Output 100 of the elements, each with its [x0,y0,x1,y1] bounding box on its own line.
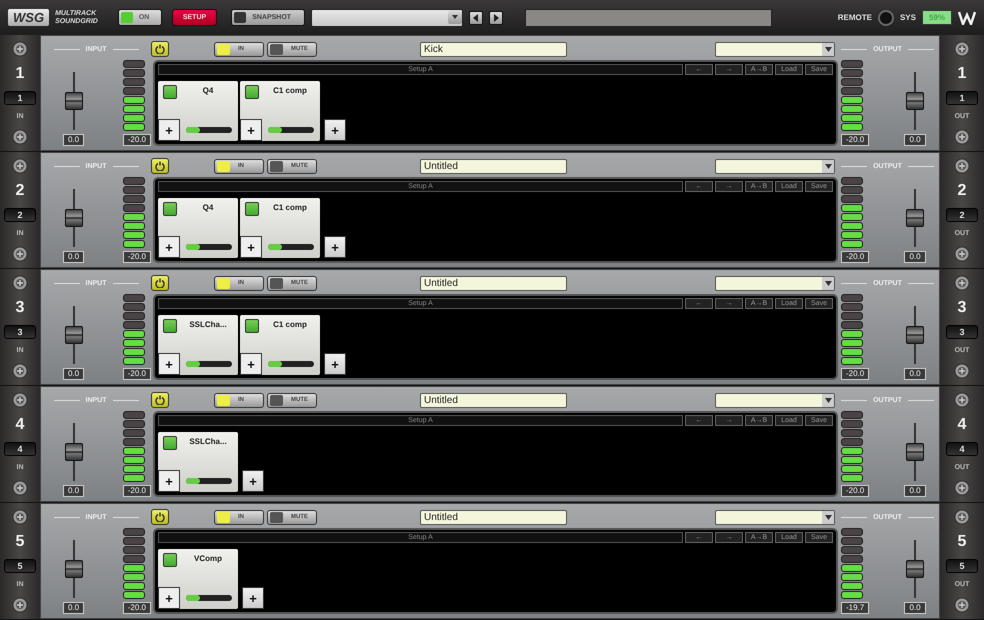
plugin-power-button[interactable] [163,202,177,216]
snapshot-dropdown[interactable] [311,8,464,26]
fader-handle[interactable] [906,326,924,344]
plugin-name: SSLCha... [188,320,228,329]
plugin-power-button[interactable] [163,85,177,99]
power-button[interactable] [151,509,169,525]
add-plugin-button[interactable]: + [242,587,264,609]
insert-button[interactable]: + [240,119,262,141]
fader[interactable] [906,306,924,364]
insert-button[interactable]: + [158,353,180,375]
fader[interactable] [64,423,82,481]
output-number-badge[interactable]: 3 [946,324,978,338]
output-number-badge[interactable]: 2 [946,208,978,222]
fader-handle[interactable] [64,209,82,227]
insert-button[interactable]: + [158,119,180,141]
plugin-power-button[interactable] [163,436,177,450]
rack-number: 5 [958,534,966,550]
fader[interactable] [906,189,924,247]
add-plugin-button[interactable]: + [242,470,264,492]
fader-handle[interactable] [64,92,82,110]
screw-icon [12,41,28,57]
add-plugin-button[interactable]: + [324,353,346,375]
caret-icon [824,164,832,168]
plugin-power-button[interactable] [163,319,177,333]
next-button[interactable] [489,10,504,24]
name-field[interactable]: Untitled [420,510,567,524]
output-dropdown[interactable] [715,276,835,290]
name-field[interactable]: Untitled [420,392,567,408]
name-field[interactable]: Untitled [420,276,567,290]
fader[interactable] [906,423,924,481]
remote-indicator [878,10,894,26]
power-button[interactable] [151,158,169,174]
input-number-badge[interactable]: 1 [4,90,36,104]
plugin-slot[interactable]: C1 comp + [240,81,320,141]
screw-icon [954,246,970,262]
output-number-badge[interactable]: 5 [946,558,978,572]
fader[interactable] [64,540,82,598]
input-number-badge[interactable]: 3 [4,324,36,338]
plugin-name: VComp [193,554,223,563]
power-button[interactable] [151,41,169,57]
output-dropdown[interactable] [715,42,835,56]
power-icon [155,395,165,405]
rack-number: 1 [16,66,24,82]
meter-reading: -20.0 [122,368,151,380]
fader[interactable] [906,72,924,130]
input-number-badge[interactable]: 2 [4,208,36,222]
power-button[interactable] [151,392,169,408]
insert-button[interactable]: + [158,587,180,609]
name-field[interactable]: Untitled [420,158,567,174]
plugin-slot[interactable]: C1 comp + [240,198,320,258]
output-number-badge[interactable]: 1 [946,90,978,104]
fader-handle[interactable] [906,209,924,227]
fader-handle[interactable] [64,326,82,344]
plugin-power-button[interactable] [245,85,259,99]
output-dropdown[interactable] [715,392,835,408]
plugin-slot[interactable]: C1 comp + [240,315,320,375]
screw-icon [954,129,970,145]
rack-number: 2 [958,182,966,199]
previous-button[interactable] [469,10,484,24]
plugin-slot[interactable]: SSLCha... + [158,432,238,492]
plugin-slot[interactable]: VComp + [158,549,238,609]
insert-button[interactable]: + [240,353,262,375]
fader[interactable] [64,306,82,364]
meter-reading: -20.0 [122,602,151,614]
add-plugin-button[interactable]: + [324,236,346,258]
screw-icon [12,275,28,291]
input-number-badge[interactable]: 4 [4,442,36,456]
insert-button[interactable]: + [240,236,262,258]
power-button[interactable] [151,275,169,291]
fader-handle[interactable] [64,560,82,578]
fader-handle[interactable] [906,560,924,578]
fader-handle[interactable] [64,443,82,461]
output-dropdown[interactable] [715,510,835,524]
fader-handle[interactable] [906,92,924,110]
plugin-slot[interactable]: SSLCha... + [158,315,238,375]
insert-button[interactable]: + [158,236,180,258]
meter-reading: -20.0 [841,368,870,380]
output-dropdown[interactable] [715,158,835,174]
insert-button[interactable]: + [158,470,180,492]
plugin-power-button[interactable] [245,319,259,333]
plugin-name: C1 comp [272,86,308,95]
meter-reading: -19.7 [841,602,870,614]
output-number-badge[interactable]: 4 [946,442,978,456]
input-number-badge[interactable]: 5 [4,558,36,572]
plugin-slot[interactable]: Q4 + [158,81,238,141]
meter-reading: -20.0 [841,251,870,263]
screw-icon [954,597,970,613]
waves-logo-icon [958,10,976,24]
add-plugin-button[interactable]: + [324,119,346,141]
fader[interactable] [64,72,82,130]
plugin-power-button[interactable] [163,553,177,567]
fader-reading: 0.0 [62,251,84,263]
plugin-slot[interactable]: Q4 + [158,198,238,258]
fader[interactable] [906,540,924,598]
fader-reading: 0.0 [62,602,84,614]
name-field[interactable]: Kick [420,42,567,56]
plugin-power-button[interactable] [245,202,259,216]
fader[interactable] [64,189,82,247]
fader-handle[interactable] [906,443,924,461]
screw-icon [12,392,28,408]
